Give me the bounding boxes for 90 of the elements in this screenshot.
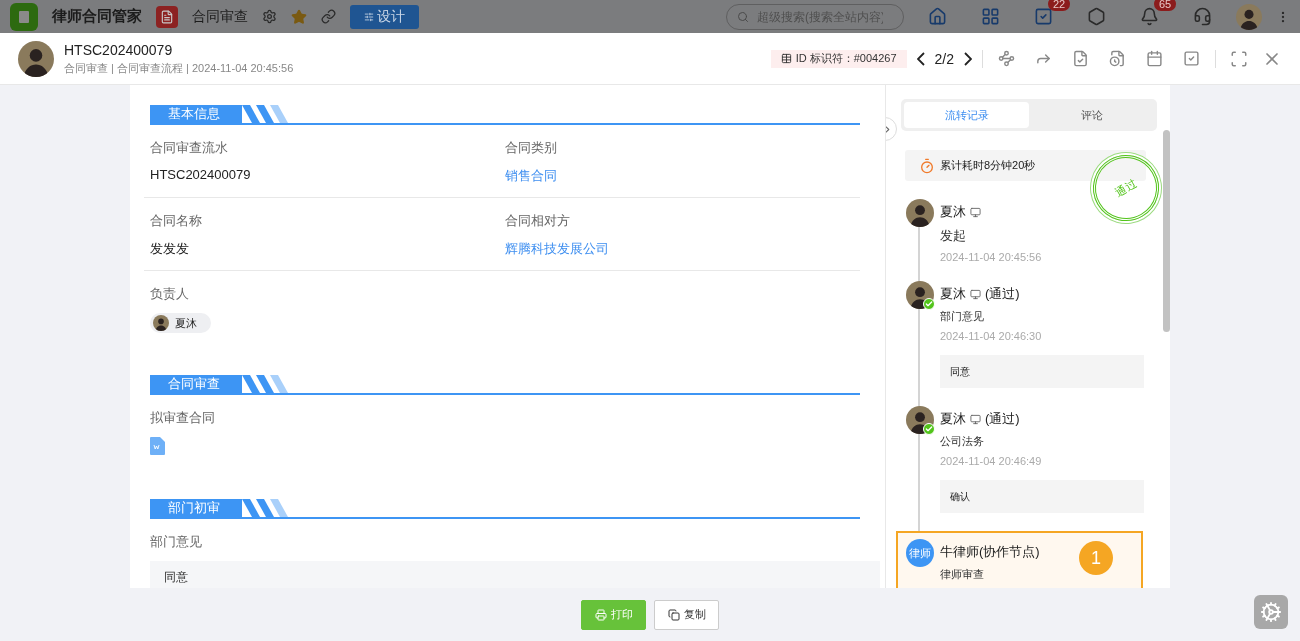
hexagon-icon [1087,7,1106,26]
star-icon[interactable] [291,8,307,25]
app-logo[interactable] [10,2,38,31]
copy-icon [667,608,680,621]
monitor-icon [970,206,981,218]
user-name: 夏沐 [940,285,966,303]
checkbox-icon [1183,50,1200,67]
user-name: 牛律师(协作节点) [940,543,1040,561]
field-label: 合同审查流水 [150,139,229,157]
app-name: 律师合同管家 [52,7,142,26]
elapsed-text: 累计耗时8分钟20秒 [940,158,1036,173]
scrollbar[interactable] [1163,130,1170,332]
module-title: 合同审查 [192,7,248,26]
result-text: (通过) [985,410,1020,428]
file-clock-icon [1109,50,1126,67]
flow-button[interactable] [998,50,1015,67]
headset-icon [1193,7,1212,26]
count-badge: 22 [1048,0,1071,11]
link-icon [321,9,336,24]
tab[interactable]: 评论 [1029,102,1154,128]
avatar [906,199,934,227]
timestamp: 2024-11-04 20:45:56 [940,251,1042,263]
calendar-button[interactable] [1146,50,1163,67]
table-icon [780,53,792,64]
previous-button[interactable] [916,51,925,66]
pager-text: 2/2 [934,50,954,67]
step-name: 发起 [940,227,967,245]
document-icon[interactable] [150,437,165,455]
record-subtitle: 合同审查 | 合同审查流程 | 2024-11-04 20:45:56 [64,60,294,76]
settings-icon [1260,601,1282,623]
file-check-button[interactable] [1072,50,1089,67]
apps-icon [981,7,1000,26]
timer-icon [919,157,935,174]
field-label: 部门意见 [150,533,203,551]
home-icon [928,7,947,26]
sliders-icon [364,11,374,22]
comment-box: 确认 [940,480,1144,513]
result-text: (通过) [985,285,1020,303]
monitor-icon [970,413,981,425]
person-name: 夏沐 [175,315,197,331]
opinion-box: 同意 [150,561,880,588]
timestamp: 2024-11-04 20:46:49 [940,455,1043,467]
avatar [906,281,934,309]
field-label: 合同相对方 [505,212,571,230]
printer-icon [594,608,607,621]
chevron-right-icon [964,51,972,66]
file-check-icon [1072,50,1089,67]
next-button[interactable] [964,51,972,66]
file-clock-button[interactable] [1109,50,1126,67]
fullscreen-button[interactable] [1230,49,1248,68]
bell-icon[interactable] [1140,7,1159,26]
tasks-icon[interactable] [1034,7,1053,26]
field-link[interactable]: 销售合同 [505,167,860,185]
field-label: 拟审查合同 [150,409,216,427]
field-label: 合同类别 [505,139,558,157]
avatar [153,315,169,331]
calendar-icon [1146,50,1163,67]
fullscreen-icon [1230,49,1248,68]
chevron-left-icon [916,51,925,66]
field-label: 负责人 [150,285,190,303]
timestamp: 2024-11-04 20:46:30 [940,330,1043,342]
avatar [18,40,54,77]
field-link[interactable]: 辉腾科技发展公司 [505,240,860,258]
count-badge: 1 [1079,541,1113,575]
text-avatar: 律师 [906,539,934,567]
avatar [906,406,934,434]
count-badge: 65 [1154,0,1177,11]
copy-button[interactable]: 复制 [654,599,719,630]
id-text: ID 标识符：#004267 [795,51,897,66]
checkbox-button[interactable] [1183,50,1200,67]
step-name: 部门意见 [940,309,985,324]
record-title: HTSC202400079 [64,41,174,58]
field-value: 发发发 [150,240,190,258]
step-name: 公司法务 [940,434,985,449]
tab[interactable]: 流转记录 [904,102,1029,128]
step-name: 律师审查 [940,567,985,582]
flow-icon [998,50,1015,67]
settings-icon [262,9,277,24]
comment-box: 同意 [940,355,1144,388]
field-value: HTSC202400079 [150,167,252,182]
design-button[interactable]: 设计 [350,4,419,29]
field-label: 合同名称 [150,212,203,230]
settings-button[interactable] [1254,595,1288,629]
user-avatar [1236,3,1262,30]
print-button[interactable]: 打印 [581,599,646,630]
monitor-icon [970,288,981,300]
module-icon [156,5,178,28]
user-name: 夏沐 [940,410,966,428]
user-name: 夏沐 [940,203,966,221]
search-icon [737,10,749,23]
